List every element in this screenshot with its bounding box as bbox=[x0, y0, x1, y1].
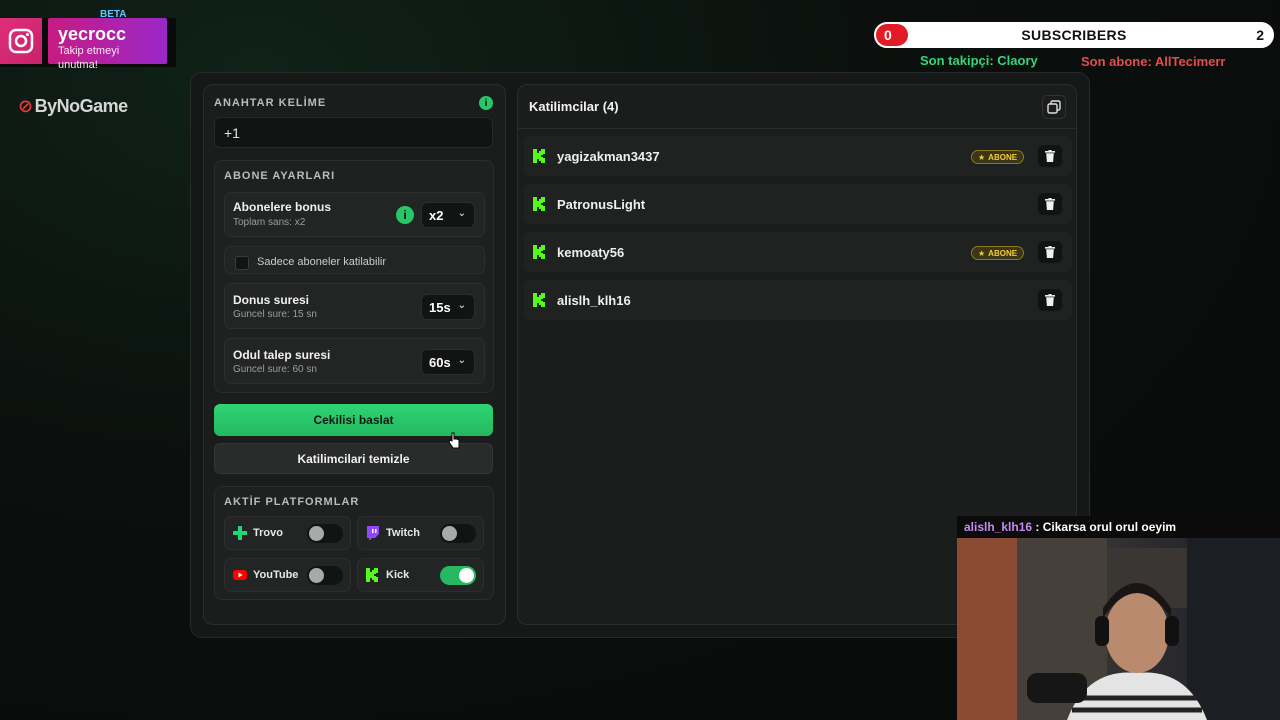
spin-time-row: Donus suresi Guncel sure: 15 sn 15s ⌄ bbox=[224, 283, 485, 329]
claim-time-select[interactable]: 60s ⌄ bbox=[421, 349, 475, 375]
kick-icon bbox=[533, 245, 545, 259]
participant-name: yagizakman3437 bbox=[557, 149, 660, 164]
participant-row: PatronusLight bbox=[524, 184, 1072, 224]
participant-row: alislh_klh16 bbox=[524, 280, 1072, 320]
chat-separator: : bbox=[1032, 520, 1043, 534]
platform-name: Trovo bbox=[253, 527, 283, 539]
youtube-icon bbox=[233, 570, 247, 580]
participant-name: PatronusLight bbox=[557, 197, 646, 212]
star-icon: ★ bbox=[978, 152, 986, 162]
kick-icon bbox=[533, 197, 545, 211]
participant-name: alislh_klh16 bbox=[557, 293, 631, 308]
platforms-title: AKTİF PLATFORMLAR bbox=[224, 496, 360, 508]
info-icon[interactable]: i bbox=[479, 96, 493, 110]
subscriber-bonus-row: Abonelere bonus Toplam sans: x2 i x2 ⌄ bbox=[224, 192, 485, 237]
only-subscribers-checkbox[interactable] bbox=[235, 256, 249, 270]
twitch-toggle[interactable] bbox=[440, 524, 476, 543]
claim-time-sub: Guncel sure: 60 sn bbox=[233, 364, 317, 375]
participant-row: yagizakman3437 ★ ABONE bbox=[524, 136, 1072, 176]
instagram-card: yecrocc Takip etmeyi unutma! bbox=[48, 18, 167, 71]
subscriber-bonus-label: Abonelere bonus bbox=[233, 200, 332, 214]
platform-name: Kick bbox=[386, 569, 410, 581]
only-subscribers-label: Sadece aboneler katilabilir bbox=[257, 256, 387, 268]
spin-time-select[interactable]: 15s ⌄ bbox=[421, 294, 475, 320]
platform-trovo: Trovo bbox=[224, 516, 351, 550]
subscriber-badge: ★ ABONE bbox=[971, 246, 1025, 260]
spin-time-sub: Guncel sure: 15 sn bbox=[233, 309, 317, 320]
subscriber-count-goal: 2 bbox=[1256, 27, 1264, 43]
chevron-down-icon: ⌄ bbox=[457, 300, 466, 311]
participants-title: Katilimcilar (4) bbox=[529, 99, 619, 114]
chevron-down-icon: ⌄ bbox=[457, 208, 466, 219]
badge-label: ABONE bbox=[988, 152, 1018, 162]
last-subscriber: Son abone: AllTecimerr bbox=[1081, 54, 1226, 69]
youtube-toggle[interactable] bbox=[307, 566, 343, 585]
subscriber-progress-bar: 0 SUBSCRIBERS 2 bbox=[874, 22, 1274, 48]
spin-time-select-value: 15s bbox=[429, 299, 451, 315]
chat-text: Cikarsa orul orul oeyim bbox=[1042, 520, 1177, 534]
hand-cursor-icon bbox=[448, 432, 460, 455]
beta-label: BETA bbox=[100, 9, 127, 20]
subscriber-badge: ★ ABONE bbox=[971, 150, 1025, 164]
kick-toggle[interactable] bbox=[440, 566, 476, 585]
subscriber-settings-title: ABONE AYARLARI bbox=[224, 170, 336, 182]
brand-mark-icon: ⊘ bbox=[18, 96, 33, 116]
bonus-select[interactable]: x2 ⌄ bbox=[421, 202, 475, 228]
claim-time-label: Odul talep suresi bbox=[233, 348, 331, 362]
webcam-feed bbox=[957, 538, 1280, 720]
kick-icon bbox=[533, 293, 545, 307]
instagram-handle: yecrocc bbox=[58, 24, 127, 44]
platform-kick: Kick bbox=[357, 558, 484, 592]
spin-time-label: Donus suresi bbox=[233, 293, 310, 307]
last-follower: Son takipçi: Claory bbox=[920, 53, 1038, 68]
copy-icon[interactable] bbox=[1042, 95, 1066, 119]
kick-icon bbox=[366, 568, 378, 582]
claim-time-row: Odul talep suresi Guncel sure: 60 sn 60s… bbox=[224, 338, 485, 384]
participant-row: kemoaty56 ★ ABONE bbox=[524, 232, 1072, 272]
brand-text: ByNoGame bbox=[34, 96, 129, 116]
badge-label: ABONE bbox=[988, 248, 1018, 258]
brand-logo: ⊘ ByNoGame bbox=[18, 96, 128, 117]
trash-icon[interactable] bbox=[1038, 193, 1062, 215]
participant-name: kemoaty56 bbox=[557, 245, 625, 260]
subscriber-label: SUBSCRIBERS bbox=[1021, 27, 1127, 43]
instagram-icon bbox=[0, 18, 42, 64]
platform-name: YouTube bbox=[253, 569, 299, 581]
platform-youtube: YouTube bbox=[224, 558, 351, 592]
claim-time-select-value: 60s bbox=[429, 354, 451, 370]
bonus-select-value: x2 bbox=[429, 207, 444, 223]
instagram-subtitle: Takip etmeyi unutma! bbox=[58, 45, 120, 71]
star-icon: ★ bbox=[978, 248, 986, 258]
platform-twitch: Twitch bbox=[357, 516, 484, 550]
bonus-info-icon[interactable]: i bbox=[396, 206, 414, 224]
only-subscribers-row[interactable]: Sadece aboneler katilabilir bbox=[224, 246, 485, 274]
trovo-toggle[interactable] bbox=[307, 524, 343, 543]
trash-icon[interactable] bbox=[1038, 241, 1062, 263]
kick-icon bbox=[533, 149, 545, 163]
trovo-icon bbox=[233, 526, 247, 540]
platform-name: Twitch bbox=[386, 527, 421, 539]
subscriber-bonus-sub: Toplam sans: x2 bbox=[233, 217, 306, 228]
trash-icon[interactable] bbox=[1038, 145, 1062, 167]
keyword-title: ANAHTAR KELİME bbox=[214, 97, 327, 109]
twitch-icon bbox=[367, 526, 379, 540]
trash-icon[interactable] bbox=[1038, 289, 1062, 311]
participants-divider bbox=[518, 128, 1076, 129]
chat-username: alislh_klh16 bbox=[964, 520, 1033, 534]
chat-message: alislh_klh16 : Cikarsa orul orul oeyim bbox=[957, 516, 1280, 538]
chevron-down-icon: ⌄ bbox=[457, 355, 466, 366]
keyword-input[interactable]: +1 bbox=[214, 117, 493, 148]
